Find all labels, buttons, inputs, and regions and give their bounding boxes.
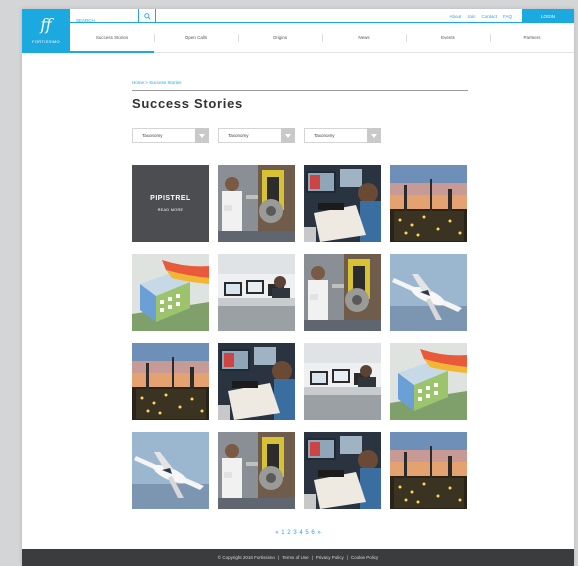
office-computers-image xyxy=(304,343,381,420)
story-tile-scientist-lab[interactable] xyxy=(218,432,295,509)
page-6[interactable]: 6 xyxy=(311,530,314,536)
building-simulation-image xyxy=(132,254,209,331)
page-1[interactable]: 1 xyxy=(281,530,284,536)
terms-link[interactable]: Terms of Use xyxy=(282,555,309,560)
login-button[interactable]: LOGIN xyxy=(522,9,574,23)
story-tile-office-computers[interactable] xyxy=(218,254,295,331)
story-tile-scientist-lab[interactable] xyxy=(218,165,295,242)
building-simulation-image xyxy=(390,343,467,420)
search-button[interactable] xyxy=(138,9,156,23)
page: ff FORTISSIMO About Join Contact FAQ LOG… xyxy=(22,9,574,566)
join-link[interactable]: Join xyxy=(467,14,475,19)
office-computers-image xyxy=(218,254,295,331)
engineer-workstation-image xyxy=(218,343,295,420)
footer-sep: | xyxy=(277,555,280,560)
contact-link[interactable]: Contact xyxy=(481,14,497,19)
taxonomy-select-2[interactable]: Taxonomy xyxy=(218,128,295,143)
search-icon xyxy=(144,12,151,20)
about-link[interactable]: About xyxy=(449,14,461,19)
chevron-down-icon xyxy=(367,128,381,143)
refinery-sunset-image xyxy=(390,432,467,509)
story-tile-building-simulation[interactable] xyxy=(390,343,467,420)
story-tile-featured[interactable]: PIPISTREL READ MORE xyxy=(132,165,209,242)
aircraft-sky-image xyxy=(390,254,467,331)
success-stories-grid: PIPISTREL READ MORE xyxy=(132,165,467,509)
story-tile-office-computers[interactable] xyxy=(304,343,381,420)
nav-events[interactable]: Events xyxy=(406,23,490,53)
chevron-down-icon xyxy=(281,128,295,143)
story-tile-scientist-lab[interactable] xyxy=(304,254,381,331)
nav-news[interactable]: News xyxy=(322,23,406,53)
refinery-sunset-image xyxy=(390,165,467,242)
story-tile-aircraft-sky[interactable] xyxy=(132,432,209,509)
footer-sep: | xyxy=(311,555,313,560)
taxonomy-select-label: Taxonomy xyxy=(228,133,249,138)
page-prev[interactable]: « xyxy=(275,530,278,536)
logo-mark: ff xyxy=(40,15,52,34)
story-tile-refinery-sunset[interactable] xyxy=(132,343,209,420)
scientist-lab-image xyxy=(304,254,381,331)
top-links: About Join Contact FAQ xyxy=(449,9,512,23)
title-divider xyxy=(132,90,468,91)
filter-bar: Taxonomy Taxonomy Taxonomy xyxy=(132,128,381,143)
featured-brand: PIPISTREL xyxy=(150,195,191,202)
main-nav: Success Stories Open Calls Origins News … xyxy=(70,23,574,53)
story-tile-engineer-workstation[interactable] xyxy=(304,165,381,242)
page-next[interactable]: » xyxy=(317,530,320,536)
faq-link[interactable]: FAQ xyxy=(503,14,512,19)
story-tile-aircraft-sky[interactable] xyxy=(390,254,467,331)
pagination: « 1 2 3 4 5 6 » xyxy=(22,530,574,536)
logo-wordmark: FORTISSIMO xyxy=(32,39,60,44)
story-tile-engineer-workstation[interactable] xyxy=(304,432,381,509)
taxonomy-select-1[interactable]: Taxonomy xyxy=(132,128,209,143)
engineer-workstation-image xyxy=(304,165,381,242)
story-tile-refinery-sunset[interactable] xyxy=(390,432,467,509)
taxonomy-select-label: Taxonomy xyxy=(142,133,163,138)
nav-success-stories[interactable]: Success Stories xyxy=(70,23,154,53)
page-4[interactable]: 4 xyxy=(299,530,302,536)
breadcrumb[interactable]: Home > Success Stories xyxy=(132,80,181,85)
scientist-lab-image xyxy=(218,432,295,509)
nav-origins[interactable]: Origins xyxy=(238,23,322,53)
read-more-link[interactable]: READ MORE xyxy=(158,208,184,212)
footer: © Copyright 2016 Fortissimo | Terms of U… xyxy=(22,549,574,566)
search-box xyxy=(70,9,156,28)
refinery-sunset-image xyxy=(132,343,209,420)
story-tile-building-simulation[interactable] xyxy=(132,254,209,331)
chevron-down-icon xyxy=(195,128,209,143)
nav-partners[interactable]: Partners xyxy=(490,23,574,53)
story-tile-engineer-workstation[interactable] xyxy=(218,343,295,420)
nav-open-calls[interactable]: Open Calls xyxy=(154,23,238,53)
cookie-link[interactable]: Cookie Policy xyxy=(351,555,378,560)
privacy-link[interactable]: Privacy Policy xyxy=(316,555,344,560)
page-5[interactable]: 5 xyxy=(305,530,308,536)
taxonomy-select-label: Taxonomy xyxy=(314,133,335,138)
top-bar: About Join Contact FAQ LOGIN xyxy=(70,9,574,28)
page-title: Success Stories xyxy=(132,96,243,111)
fortissimo-logo[interactable]: ff FORTISSIMO xyxy=(22,9,70,53)
footer-sep: | xyxy=(346,555,348,560)
page-3[interactable]: 3 xyxy=(293,530,296,536)
scientist-lab-image xyxy=(218,165,295,242)
engineer-workstation-image xyxy=(304,432,381,509)
taxonomy-select-3[interactable]: Taxonomy xyxy=(304,128,381,143)
story-tile-refinery-sunset[interactable] xyxy=(390,165,467,242)
page-2[interactable]: 2 xyxy=(287,530,290,536)
footer-copyright: © Copyright 2016 Fortissimo xyxy=(217,555,275,560)
aircraft-sky-image xyxy=(132,432,209,509)
